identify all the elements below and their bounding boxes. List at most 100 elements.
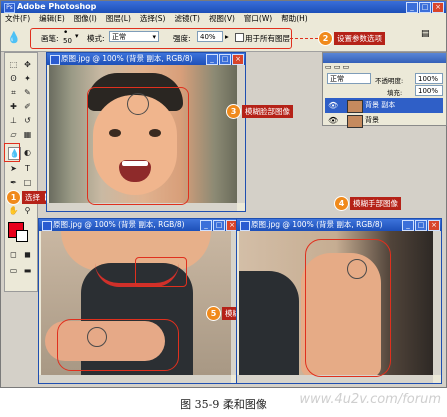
- doc-minimize-button[interactable]: _: [206, 54, 218, 65]
- marquee-tool-icon[interactable]: ⬚: [8, 59, 19, 70]
- opacity-label: 不透明度:: [375, 77, 404, 85]
- eye-icon[interactable]: 👁: [328, 98, 338, 113]
- doc-close-button[interactable]: ×: [428, 220, 440, 231]
- black-tank-top: [239, 271, 299, 375]
- opacity-input[interactable]: 100%: [415, 73, 443, 84]
- menu-help[interactable]: 帮助(H): [281, 13, 308, 25]
- doc-maximize-button[interactable]: □: [219, 54, 231, 65]
- callout-2-number: 2: [318, 31, 333, 46]
- callout-2-line: [290, 38, 318, 39]
- layer-name: 背景 副本: [365, 101, 396, 109]
- close-button[interactable]: ×: [432, 2, 444, 13]
- background-color-swatch[interactable]: [16, 230, 28, 242]
- document-title-bar[interactable]: 原图.jpg @ 100% (背景 副本, RGB/8) _ □ ×: [237, 219, 441, 231]
- toolbox: ⬚ ✥ ʘ ✦ ⌗ ✎ ✚ ✐ ⊥ ↺ ▱ ▦ 💧 ◐ ➤ T ✒ □ ▭ ⌇ …: [4, 52, 38, 292]
- callout-5-number: 5: [206, 306, 221, 321]
- path-selection-tool-icon[interactable]: ➤: [8, 163, 19, 174]
- doc-minimize-button[interactable]: _: [402, 220, 414, 231]
- document-title-bar[interactable]: 原图.jpg @ 100% (背景 副本, RGB/8) _ □ ×: [47, 53, 245, 65]
- clone-stamp-tool-icon[interactable]: ⊥: [8, 115, 19, 126]
- menu-window[interactable]: 窗口(W): [244, 13, 272, 25]
- layer-row-background-copy[interactable]: 👁 背景 副本: [325, 98, 443, 113]
- blur-tool-preset-icon[interactable]: 💧: [7, 31, 21, 44]
- callout-3-label: 模糊脸部图像: [242, 105, 293, 118]
- callout-4-number: 4: [334, 196, 349, 211]
- hand-blur-frame: [57, 319, 179, 371]
- layers-panel-tabs[interactable]: ▭ ▭ ▭: [325, 63, 349, 71]
- menu-edit[interactable]: 编辑(E): [39, 13, 65, 25]
- healing-brush-tool-icon[interactable]: ✚: [8, 101, 19, 112]
- zoom-tool-icon[interactable]: ⚲: [22, 205, 33, 216]
- brush-tool-icon[interactable]: ✐: [22, 101, 33, 112]
- pen-tool-icon[interactable]: ✒: [8, 177, 19, 188]
- document-title: 原图.jpg @ 100% (背景 副本, RGB/8): [251, 220, 383, 229]
- watermark: www.4u2v.com/forum: [299, 392, 441, 407]
- doc-maximize-button[interactable]: □: [415, 220, 427, 231]
- chest-blur-frame: [135, 257, 187, 287]
- layer-row-background[interactable]: 👁 背景: [325, 113, 443, 128]
- callout-3-number: 3: [226, 104, 241, 119]
- blend-mode-select[interactable]: 正常: [327, 73, 371, 84]
- quick-mask-on-icon[interactable]: ◼: [22, 249, 33, 260]
- title-bar: Ps Adobe Photoshop _ □ ×: [1, 1, 446, 13]
- document-window-chest[interactable]: 原图.jpg @ 100% (背景 副本, RGB/8) _ □ ×: [38, 218, 240, 384]
- dodge-tool-icon[interactable]: ◐: [22, 147, 33, 158]
- layer-name: 背景: [365, 116, 379, 124]
- slice-tool-icon[interactable]: ✎: [22, 87, 33, 98]
- vertical-scrollbar[interactable]: [237, 65, 245, 203]
- palette-well-icon[interactable]: ▤: [421, 29, 430, 39]
- horizontal-scrollbar[interactable]: [39, 375, 231, 383]
- blur-tool-highlight-frame: [4, 143, 20, 162]
- blur-brush-cursor: [87, 327, 107, 347]
- document-window-face[interactable]: 原图.jpg @ 100% (背景 副本, RGB/8) _ □ ×: [46, 52, 246, 212]
- document-title-bar[interactable]: 原图.jpg @ 100% (背景 副本, RGB/8) _ □ ×: [39, 219, 239, 231]
- document-title: 原图.jpg @ 100% (背景 副本, RGB/8): [61, 54, 193, 63]
- vertical-scrollbar[interactable]: [433, 231, 441, 375]
- document-icon: [42, 221, 52, 231]
- menu-file[interactable]: 文件(F): [5, 13, 30, 25]
- callout-1-number: 1: [6, 190, 21, 205]
- document-window-hand[interactable]: 原图.jpg @ 100% (背景 副本, RGB/8) _ □ ×: [236, 218, 442, 384]
- options-highlight-frame: [30, 28, 292, 49]
- lasso-tool-icon[interactable]: ʘ: [8, 73, 19, 84]
- eraser-tool-icon[interactable]: ▱: [8, 129, 19, 140]
- gradient-tool-icon[interactable]: ▦: [22, 129, 33, 140]
- hand-tool-icon[interactable]: ✋: [8, 205, 19, 216]
- document-icon: [50, 55, 60, 65]
- blur-brush-cursor: [127, 93, 149, 115]
- doc-close-button[interactable]: ×: [232, 54, 244, 65]
- history-brush-tool-icon[interactable]: ↺: [22, 115, 33, 126]
- app-title: Adobe Photoshop: [17, 2, 97, 11]
- layer-thumbnail: [347, 100, 363, 113]
- doc-maximize-button[interactable]: □: [213, 220, 225, 231]
- maximize-button[interactable]: □: [419, 2, 431, 13]
- menu-layer[interactable]: 图层(L): [106, 13, 131, 25]
- shape-tool-icon[interactable]: □: [22, 177, 33, 188]
- layers-panel-header: [323, 53, 446, 63]
- menu-image[interactable]: 图像(I): [74, 13, 97, 25]
- callout-4-label: 模糊手部图像: [350, 197, 401, 210]
- layer-thumbnail: [347, 115, 363, 128]
- doc-minimize-button[interactable]: _: [200, 220, 212, 231]
- fill-label: 填充:: [387, 89, 403, 97]
- screen-mode-standard-icon[interactable]: ▭: [8, 265, 19, 276]
- magic-wand-tool-icon[interactable]: ✦: [22, 73, 33, 84]
- minimize-button[interactable]: _: [406, 2, 418, 13]
- menu-view[interactable]: 视图(V): [209, 13, 235, 25]
- fill-input[interactable]: 100%: [415, 85, 443, 96]
- move-tool-icon[interactable]: ✥: [22, 59, 33, 70]
- eye-icon[interactable]: 👁: [328, 113, 338, 128]
- blur-brush-cursor: [347, 259, 367, 279]
- opacity-value: 100%: [418, 75, 439, 83]
- menu-filter[interactable]: 滤镜(T): [175, 13, 200, 25]
- screen-mode-full-icon[interactable]: ▬: [22, 265, 33, 276]
- callout-2-label: 设置参数选项: [334, 32, 385, 45]
- blend-mode-value: 正常: [330, 75, 344, 83]
- quick-mask-off-icon[interactable]: ◻: [8, 249, 19, 260]
- menu-select[interactable]: 选择(S): [140, 13, 166, 25]
- crop-tool-icon[interactable]: ⌗: [8, 87, 19, 98]
- type-tool-icon[interactable]: T: [22, 163, 33, 174]
- layers-panel: ▭ ▭ ▭ 正常 不透明度: 100% 填充: 100% 👁 背景 副本 👁 背…: [322, 52, 447, 128]
- photoshop-icon: Ps: [4, 3, 15, 13]
- hand-blur-frame: [305, 239, 391, 377]
